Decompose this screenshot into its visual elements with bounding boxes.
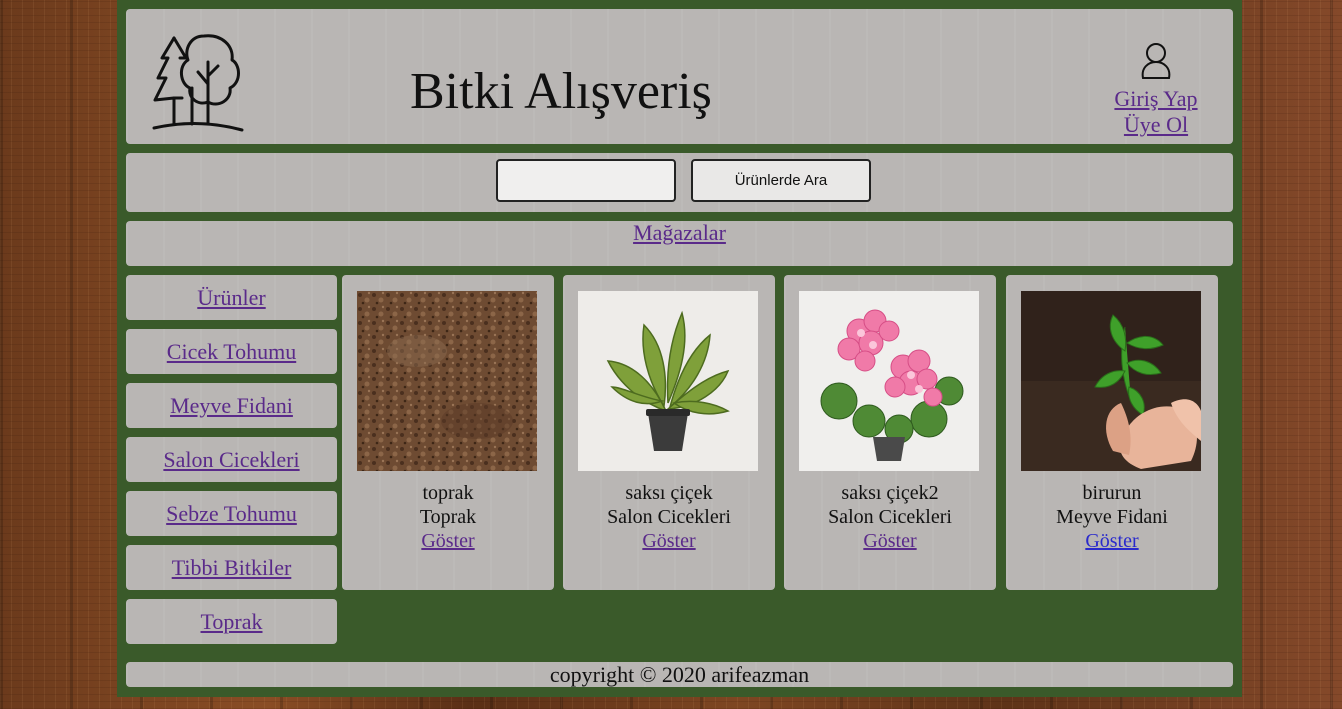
product-show-link[interactable]: Göster bbox=[863, 530, 916, 552]
sidebar-link-urunler[interactable]: Ürünler bbox=[197, 285, 265, 311]
search-panel bbox=[126, 153, 1233, 212]
product-show-link[interactable]: Göster bbox=[642, 530, 695, 552]
sidebar-link-cicek-tohumu[interactable]: Cicek Tohumu bbox=[167, 339, 296, 365]
product-name: toprak bbox=[422, 482, 474, 504]
product-show-link[interactable]: Göster bbox=[1085, 530, 1138, 552]
sidebar-link-toprak[interactable]: Toprak bbox=[201, 609, 263, 635]
stores-link[interactable]: Mağazalar bbox=[633, 221, 726, 245]
potted-plant-image bbox=[578, 291, 758, 471]
product-category: Salon Cicekleri bbox=[828, 506, 952, 528]
search-input[interactable] bbox=[496, 159, 676, 202]
seedling-in-hands-image bbox=[1021, 291, 1201, 471]
product-show-link[interactable]: Göster bbox=[421, 530, 474, 552]
product-name: birurun bbox=[1082, 482, 1142, 504]
account-links: Giriş Yap Üye Ol bbox=[1100, 86, 1212, 138]
register-link[interactable]: Üye Ol bbox=[1124, 112, 1188, 137]
product-card: saksı çiçek2 Salon Cicekleri Göster bbox=[784, 275, 996, 590]
user-icon bbox=[1141, 43, 1171, 79]
sidebar-link-meyve-fidani[interactable]: Meyve Fidani bbox=[170, 393, 293, 419]
sidebar-item-salon-cicekleri: Salon Cicekleri bbox=[126, 437, 337, 482]
sidebar-item-cicek-tohumu: Cicek Tohumu bbox=[126, 329, 337, 374]
sidebar-link-salon-cicekleri[interactable]: Salon Cicekleri bbox=[163, 447, 299, 473]
sidebar-item-sebze-tohumu: Sebze Tohumu bbox=[126, 491, 337, 536]
sidebar-link-sebze-tohumu[interactable]: Sebze Tohumu bbox=[166, 501, 297, 527]
sidebar-item-toprak: Toprak bbox=[126, 599, 337, 644]
sidebar-link-tibbi-bitkiler[interactable]: Tibbi Bitkiler bbox=[172, 555, 292, 581]
product-name: saksı çiçek2 bbox=[841, 482, 939, 504]
sidebar-item-urunler: Ürünler bbox=[126, 275, 337, 320]
product-category: Salon Cicekleri bbox=[607, 506, 731, 528]
copyright-text: copyright © 2020 arifeazman bbox=[549, 662, 810, 687]
login-link[interactable]: Giriş Yap bbox=[1114, 86, 1197, 111]
product-category: Toprak bbox=[419, 506, 477, 528]
product-card: toprak Toprak Göster bbox=[342, 275, 554, 590]
sidebar-item-tibbi-bitkiler: Tibbi Bitkiler bbox=[126, 545, 337, 590]
trees-logo-icon bbox=[152, 34, 244, 132]
product-card: saksı çiçek Salon Cicekleri Göster bbox=[563, 275, 775, 590]
site-title: Bitki Alışveriş bbox=[410, 63, 712, 120]
product-card: birurun Meyve Fidani Göster bbox=[1006, 275, 1218, 590]
pink-flower-image bbox=[799, 291, 979, 471]
soil-image bbox=[357, 291, 537, 471]
product-name: saksı çiçek bbox=[625, 482, 713, 504]
product-category: Meyve Fidani bbox=[1056, 506, 1168, 528]
search-button[interactable]: Ürünlerde Ara bbox=[691, 159, 871, 202]
footer: copyright © 2020 arifeazman bbox=[126, 662, 1233, 687]
sidebar-item-meyve-fidani: Meyve Fidani bbox=[126, 383, 337, 428]
stores-panel: Mağazalar bbox=[126, 221, 1233, 266]
